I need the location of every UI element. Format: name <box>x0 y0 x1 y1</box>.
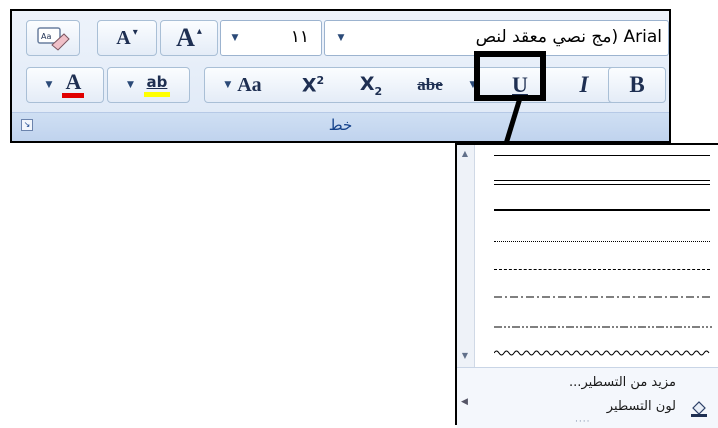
submenu-left-arrow-icon: ◀ <box>461 397 468 407</box>
font-row-2: ▼ A ▼ ab ▼ Aa X2 X2 abe ▼ U I B <box>12 65 669 105</box>
font-group: Aa A ▾ A ▴ ▼ ١١ ▼ مج نصي معقد لنص) Arial… <box>10 9 671 143</box>
grow-font-icon: A <box>176 23 195 52</box>
strikethrough-icon: abe <box>417 75 443 94</box>
bold-button[interactable]: B <box>608 67 666 103</box>
underline-style-dashed[interactable] <box>494 269 710 270</box>
clear-formatting-icon: Aa <box>37 27 70 51</box>
paint-bucket-icon <box>691 401 707 417</box>
highlight-dropdown-arrow[interactable]: ▼ <box>127 80 134 90</box>
underline-style-dash-dot[interactable] <box>494 295 712 299</box>
scroll-down-icon[interactable]: ▼ <box>458 349 472 363</box>
font-size-box[interactable]: ▼ ١١ <box>220 20 322 56</box>
change-case-dropdown-arrow[interactable]: ▼ <box>224 80 231 90</box>
highlight-button[interactable]: ▼ ab <box>107 67 190 103</box>
font-group-footer: ↘ خط <box>12 112 669 141</box>
font-name-value: مج نصي معقد لنص) Arial <box>475 27 662 47</box>
font-group-title: خط <box>328 116 353 134</box>
subscript-button[interactable]: X2 <box>345 67 397 103</box>
strikethrough-button[interactable]: abe <box>400 67 460 103</box>
underline-style-double[interactable] <box>494 180 710 185</box>
underline-style-dash-dot-dot[interactable] <box>494 325 712 329</box>
grow-font-button[interactable]: A ▴ <box>160 20 218 56</box>
shrink-font-icon: A <box>116 26 131 49</box>
subscript-icon: X2 <box>359 72 383 98</box>
italic-icon: I <box>579 72 589 97</box>
font-size-value: ١١ <box>290 27 309 47</box>
resize-grip-icon[interactable]: ···· <box>575 417 590 427</box>
highlight-swatch <box>143 92 170 97</box>
more-underlines-item[interactable]: مزيد من التسطير... <box>569 375 676 390</box>
bold-icon: B <box>629 72 645 97</box>
superscript-icon: X2 <box>301 73 325 97</box>
font-row-1: Aa A ▾ A ▴ ▼ ١١ ▼ مج نصي معقد لنص) Arial <box>12 18 669 58</box>
scroll-up-icon[interactable]: ▲ <box>458 147 472 161</box>
font-color-swatch <box>62 93 85 98</box>
font-color-dropdown-arrow[interactable]: ▼ <box>46 80 53 90</box>
underline-gallery: ▲ ▼ مزيد من التسطير... لون التسطير ◀ ···… <box>455 143 718 428</box>
clear-formatting-button[interactable]: Aa <box>26 20 80 56</box>
underline-style-single[interactable] <box>494 155 710 156</box>
change-case-icon: Aa <box>237 73 262 96</box>
highlight-icon: ab <box>146 73 168 91</box>
change-case-button[interactable]: ▼ Aa <box>204 67 282 103</box>
shrink-font-button[interactable]: A ▾ <box>97 20 157 56</box>
font-color-button[interactable]: ▼ A <box>26 67 104 103</box>
underline-style-wavy[interactable] <box>494 349 712 357</box>
gallery-scrollbar[interactable]: ▲ ▼ <box>457 145 475 367</box>
underline-color-item[interactable]: لون التسطير <box>607 399 676 414</box>
superscript-button[interactable]: X2 <box>286 67 340 103</box>
font-size-dropdown-arrow[interactable]: ▼ <box>225 21 245 55</box>
font-color-icon: A <box>65 69 82 94</box>
underline-style-thick[interactable] <box>494 209 710 211</box>
italic-button[interactable]: I <box>564 67 604 103</box>
underline-style-dotted[interactable] <box>494 241 710 242</box>
svg-text:Aa: Aa <box>41 32 51 41</box>
font-name-dropdown-arrow[interactable]: ▼ <box>331 21 351 55</box>
underline-highlight-box <box>474 51 546 101</box>
gallery-footer: مزيد من التسطير... لون التسطير ◀ ···· <box>457 367 718 428</box>
